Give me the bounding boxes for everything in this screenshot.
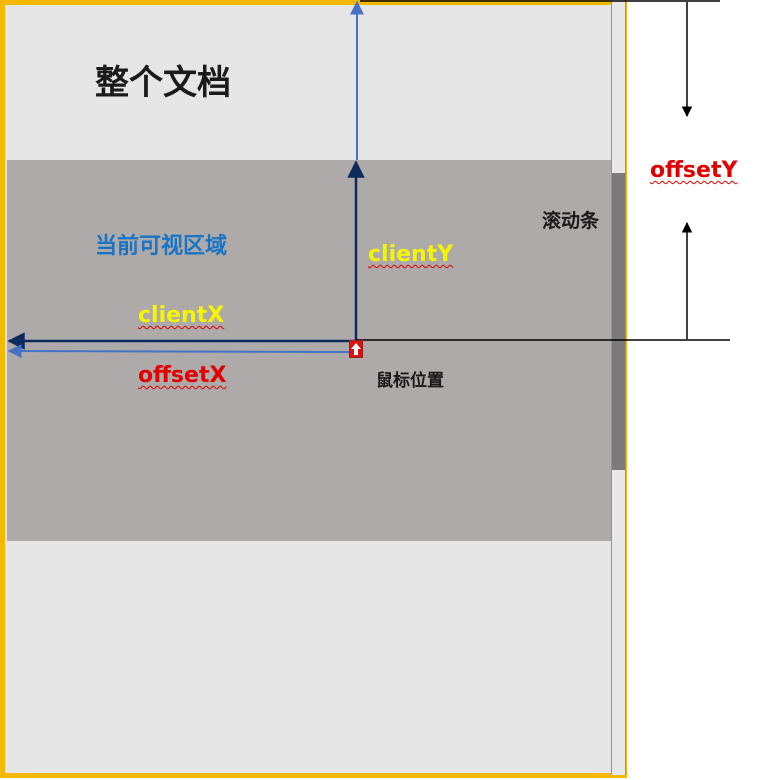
whole-document-label: 整个文档: [95, 63, 231, 103]
mouse-cursor: [349, 340, 363, 358]
offset-x-arrow: [7, 344, 357, 359]
up-arrow-icon: [351, 343, 361, 355]
client-y-label: clientY: [368, 242, 454, 267]
offset-x-label: offsetX: [138, 363, 227, 388]
client-x-label: clientX: [138, 303, 225, 328]
offset-y-label: offsetY: [650, 158, 738, 183]
scrollbar-label: 滚动条: [542, 210, 600, 232]
visible-area-label: 当前可视区域: [95, 234, 228, 259]
mouse-position-label: 鼠标位置: [376, 371, 444, 391]
